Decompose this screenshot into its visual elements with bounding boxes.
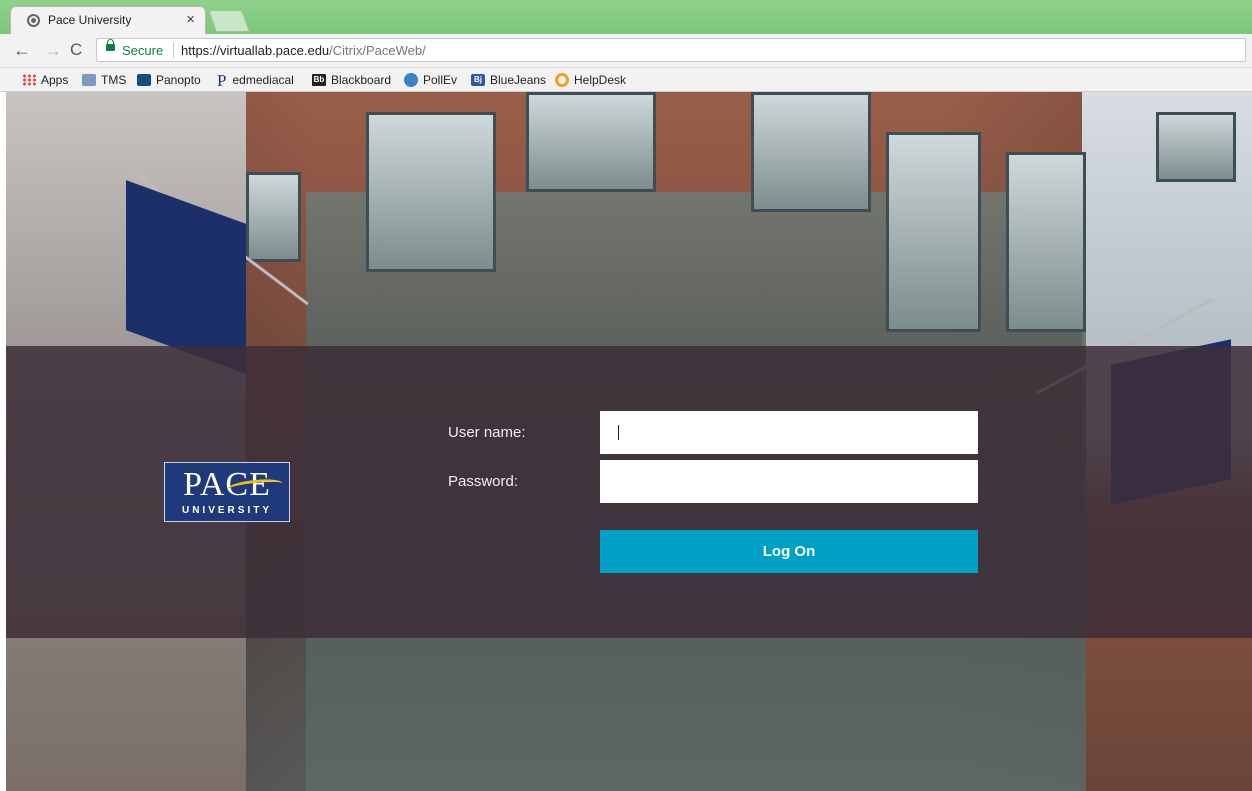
address-separator xyxy=(173,42,174,58)
bookmark-pollev[interactable]: PollEv xyxy=(404,72,457,88)
address-bar[interactable]: Secure https://virtuallab.pace.edu/Citri… xyxy=(96,38,1246,62)
bookmark-blackboard[interactable]: Bb Blackboard xyxy=(312,72,391,88)
browser-toolbar: ← → C Secure https://virtuallab.pace.edu… xyxy=(0,34,1252,68)
globe-favicon-icon xyxy=(27,14,40,27)
helpdesk-icon xyxy=(555,73,569,87)
username-label: User name: xyxy=(448,424,526,441)
username-input[interactable] xyxy=(600,411,978,454)
browser-tab[interactable]: Pace University × xyxy=(10,6,206,34)
background-window xyxy=(751,92,871,212)
secure-label: Secure xyxy=(122,43,164,58)
back-arrow-icon[interactable]: ← xyxy=(13,40,31,60)
cisco-icon xyxy=(82,74,96,86)
password-input[interactable] xyxy=(600,460,978,503)
bluejeans-icon: Bj xyxy=(471,74,485,86)
tab-strip: Pace University × xyxy=(0,0,1252,34)
bookmarks-bar: Apps TMS Panopto Pedmediacal Bb Blackboar… xyxy=(0,68,1252,92)
bookmark-panopto[interactable]: Panopto xyxy=(137,72,201,88)
background-window xyxy=(1006,152,1086,332)
close-tab-icon[interactable]: × xyxy=(186,11,195,28)
text-caret xyxy=(618,425,619,440)
log-on-button[interactable]: Log On xyxy=(600,530,978,573)
reload-icon[interactable]: C xyxy=(70,40,82,60)
background-window xyxy=(1156,112,1236,182)
bookmark-edmediacal[interactable]: Pedmediacal xyxy=(217,71,294,90)
background-window xyxy=(366,112,496,272)
pollev-icon xyxy=(404,73,418,87)
lock-icon xyxy=(106,39,115,51)
background-window xyxy=(886,132,981,332)
forward-arrow-icon[interactable]: → xyxy=(44,40,62,60)
logo-subtitle: UNIVERSITY xyxy=(181,505,272,516)
bookmark-apps[interactable]: Apps xyxy=(22,72,68,88)
blackboard-icon: Bb xyxy=(312,74,326,86)
background-window xyxy=(246,172,301,262)
panopto-icon xyxy=(137,74,151,86)
apps-grid-icon xyxy=(22,74,36,86)
background-window xyxy=(526,92,656,192)
url-text[interactable]: https://virtuallab.pace.edu/Citrix/PaceW… xyxy=(181,43,426,58)
password-label: Password: xyxy=(448,473,519,490)
bookmark-helpdesk[interactable]: HelpDesk xyxy=(555,72,626,88)
pace-university-logo: PACE UNIVERSITY xyxy=(164,462,290,522)
tab-title: Pace University xyxy=(48,13,132,27)
p-letter-icon: P xyxy=(217,71,227,90)
bookmark-tms[interactable]: TMS xyxy=(82,72,126,88)
bookmark-bluejeans[interactable]: Bj BlueJeans xyxy=(471,72,546,88)
login-page: PACE UNIVERSITY User name: Password: Log… xyxy=(6,92,1252,791)
new-tab-button[interactable] xyxy=(207,10,251,32)
